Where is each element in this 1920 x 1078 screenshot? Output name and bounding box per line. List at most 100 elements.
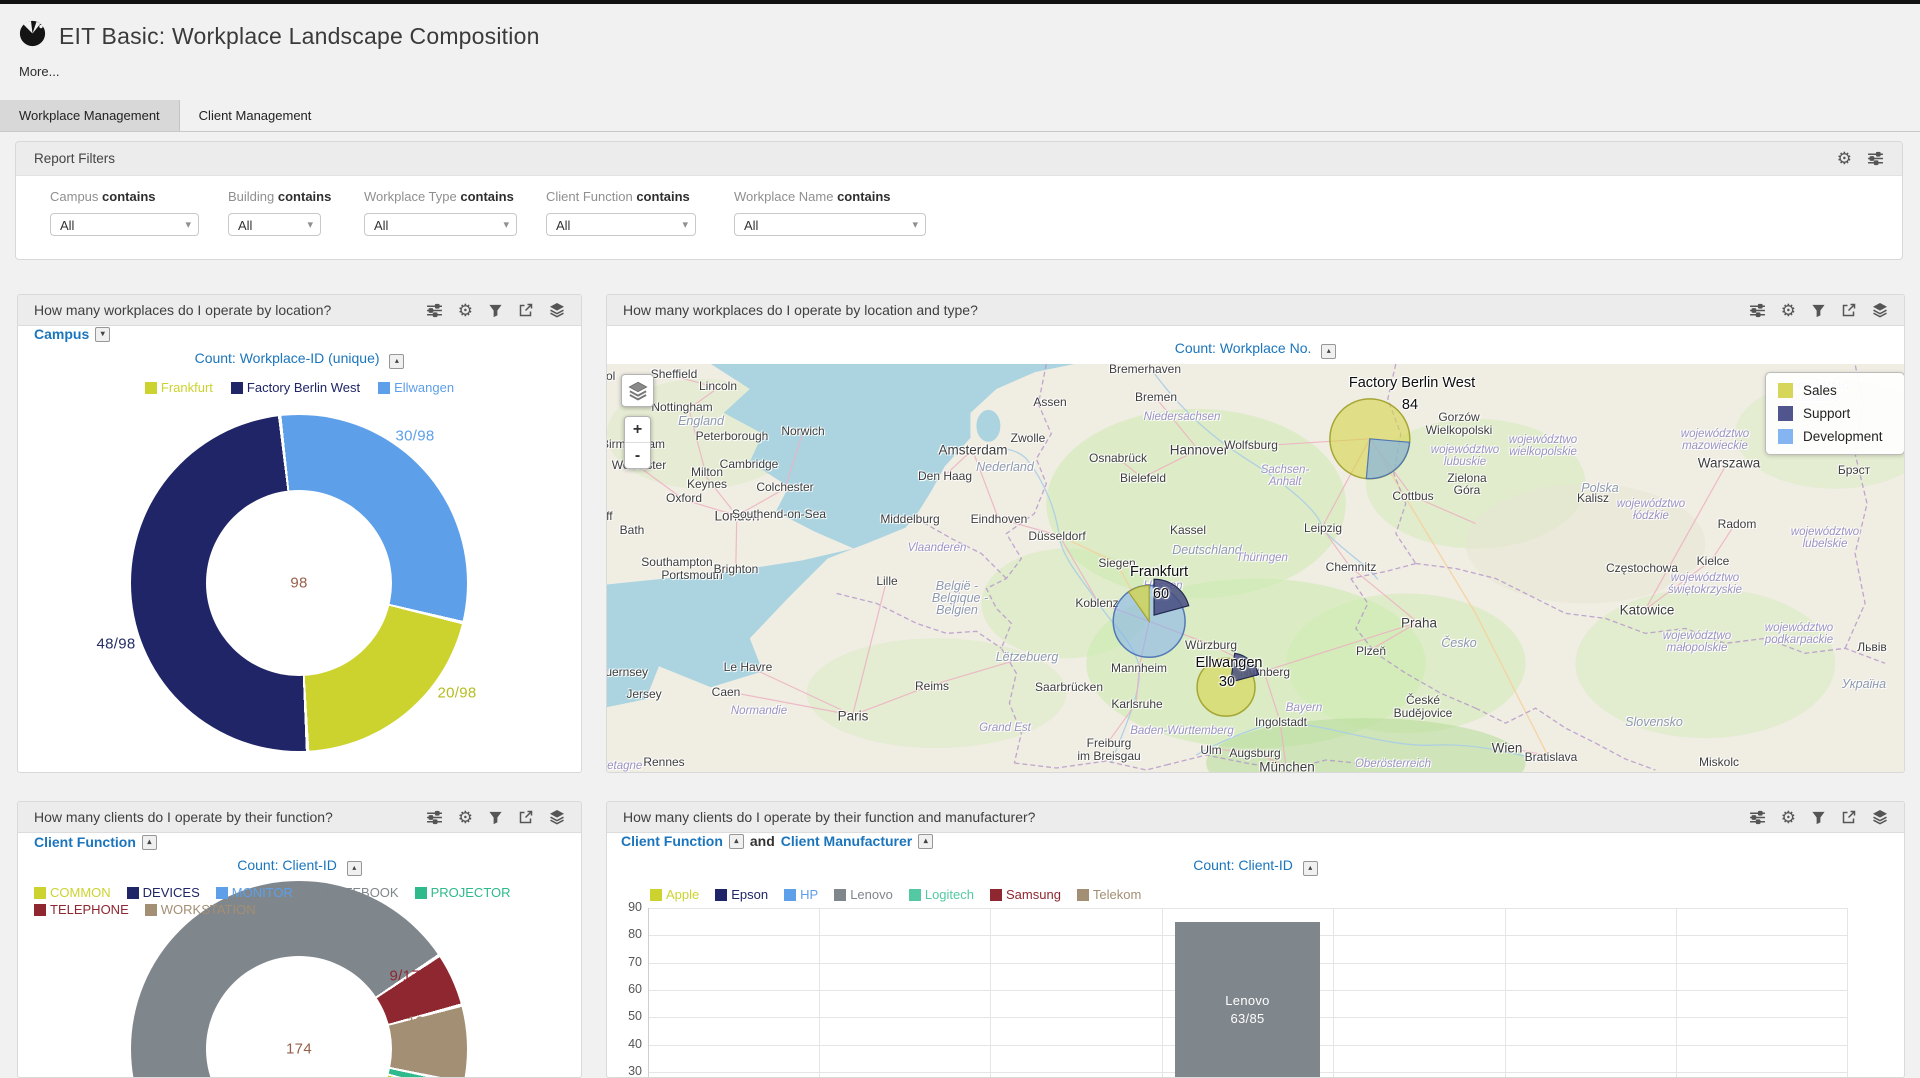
zoom-in-button[interactable]: + <box>625 417 650 443</box>
gridline <box>1162 908 1163 1078</box>
map[interactable]: LiverpoolSheffieldLincolnNottinghamEngla… <box>607 364 1904 773</box>
funnel-icon[interactable] <box>488 810 503 825</box>
gear-icon[interactable]: ⚙ <box>458 302 473 319</box>
expand-icon[interactable]: ▴ <box>142 835 157 850</box>
tab-workplace-management[interactable]: Workplace Management <box>0 100 180 131</box>
legend-item[interactable]: NOTEBOOK <box>309 885 399 900</box>
bar-segment-lenovo-notebook[interactable]: Lenovo63/85 <box>1175 922 1320 1078</box>
y-axis-tick: 40 <box>608 1037 642 1051</box>
count-label[interactable]: Count: Client-ID ▴ <box>18 857 581 876</box>
map-legend-item: Sales <box>1766 379 1904 402</box>
expand-icon[interactable]: ▴ <box>1321 344 1336 359</box>
gear-icon[interactable]: ⚙ <box>1837 150 1852 167</box>
legend-item[interactable]: Ellwangen <box>378 380 454 395</box>
count-label[interactable]: Count: Client-ID ▴ <box>607 857 1904 876</box>
gridline <box>819 908 820 1078</box>
funnel-icon[interactable] <box>1811 810 1826 825</box>
sliders-icon[interactable] <box>426 302 443 319</box>
legend-swatch <box>34 904 46 916</box>
legend-swatch <box>784 889 796 901</box>
legend-item[interactable]: Frankfurt <box>145 380 213 395</box>
sliders-icon[interactable] <box>426 809 443 826</box>
sliders-icon[interactable] <box>1749 809 1766 826</box>
panel-clients-by-function: How many clients do I operate by their f… <box>17 801 582 1078</box>
legend-swatch <box>309 887 321 899</box>
bar-label: Lenovo63/85 <box>1175 992 1320 1028</box>
legend-label: Apple <box>666 887 699 902</box>
report-filters-actions: ⚙ <box>1837 150 1884 167</box>
expand-icon[interactable]: ▴ <box>729 834 744 849</box>
export-icon[interactable] <box>518 809 534 825</box>
filter-label: Client Function contains <box>546 189 696 204</box>
legend-item[interactable]: COMMON <box>34 885 111 900</box>
legend-item[interactable]: Lenovo <box>834 887 893 902</box>
panel-header: How many clients do I operate by their f… <box>607 802 1904 833</box>
legend-item[interactable]: DEVICES <box>127 885 200 900</box>
filter-dropdown-workplace-type[interactable]: All▾ <box>364 213 517 236</box>
sliders-icon[interactable] <box>1867 150 1884 167</box>
panel-workplaces-by-location: How many workplaces do I operate by loca… <box>17 294 582 773</box>
legend-item[interactable]: Factory Berlin West <box>231 380 360 395</box>
expand-icon[interactable]: ▴ <box>918 834 933 849</box>
tab-client-management[interactable]: Client Management <box>180 100 331 131</box>
count-label[interactable]: Count: Workplace-ID (unique) ▴ <box>18 350 581 369</box>
chevron-down-icon: ▾ <box>682 214 688 237</box>
more-link[interactable]: More... <box>0 52 79 79</box>
layers-icon[interactable] <box>549 809 565 825</box>
report-filters-title: Report Filters <box>34 151 115 166</box>
export-icon[interactable] <box>1841 302 1857 318</box>
group-by-client-manufacturer[interactable]: Client Manufacturer ▴ <box>781 833 933 849</box>
collapse-icon[interactable]: ▾ <box>95 327 110 342</box>
gear-icon[interactable]: ⚙ <box>1781 302 1796 319</box>
slice-label: 98 <box>290 575 307 592</box>
slice-label: 20/98 <box>437 685 476 702</box>
group-by-client-function[interactable]: Client Function ▴ <box>621 833 744 849</box>
y-axis-tick: 70 <box>608 955 642 969</box>
slice-label: 13/174 <box>407 1014 455 1031</box>
gear-icon[interactable]: ⚙ <box>1781 809 1796 826</box>
legend-item[interactable]: WORKSTATION <box>145 902 256 917</box>
group-by-label: Campus <box>34 326 89 342</box>
legend-item[interactable]: HP <box>784 887 818 902</box>
filter-dropdown-workplace-name[interactable]: All▾ <box>734 213 926 236</box>
filter-dropdown-campus[interactable]: All▾ <box>50 213 199 236</box>
slice-label: 30/98 <box>395 428 434 445</box>
filter-dropdown-client-function[interactable]: All▾ <box>546 213 696 236</box>
sliders-icon[interactable] <box>1749 302 1766 319</box>
funnel-icon[interactable] <box>1811 303 1826 318</box>
gear-icon[interactable]: ⚙ <box>458 809 473 826</box>
layers-icon <box>628 381 648 401</box>
legend-swatch <box>650 889 662 901</box>
count-label[interactable]: Count: Workplace No. ▴ <box>607 340 1904 359</box>
slice-label: 48/98 <box>96 636 135 653</box>
legend-swatch <box>145 382 157 394</box>
layers-icon[interactable] <box>1872 809 1888 825</box>
legend-item[interactable]: Apple <box>650 887 699 902</box>
legend-item[interactable]: Samsung <box>990 887 1061 902</box>
layers-icon[interactable] <box>1872 302 1888 318</box>
expand-icon[interactable]: ▴ <box>389 354 404 369</box>
group-by-line: Client Function ▴ and Client Manufacture… <box>621 833 933 849</box>
export-icon[interactable] <box>1841 809 1857 825</box>
legend-item[interactable]: PROJECTOR <box>415 885 511 900</box>
legend-item[interactable]: Telekom <box>1077 887 1141 902</box>
expand-icon[interactable]: ▴ <box>347 861 362 876</box>
legend-item[interactable]: Logitech <box>909 887 974 902</box>
legend-item[interactable]: TELEPHONE <box>34 902 129 917</box>
zoom-out-button[interactable]: - <box>625 443 650 468</box>
layers-icon[interactable] <box>549 302 565 318</box>
export-icon[interactable] <box>518 302 534 318</box>
legend-label: HP <box>800 887 818 902</box>
legend-item[interactable]: Epson <box>715 887 768 902</box>
legend-label: PROJECTOR <box>431 885 511 900</box>
legend-item[interactable]: MONITOR <box>216 885 293 900</box>
funnel-icon[interactable] <box>488 303 503 318</box>
expand-icon[interactable]: ▴ <box>1303 861 1318 876</box>
group-by-campus[interactable]: Campus ▾ <box>34 326 110 342</box>
y-axis-tick: 50 <box>608 1009 642 1023</box>
report-filters-panel: Report Filters ⚙ Campus containsAll▾Buil… <box>15 141 1903 260</box>
group-by-client-function[interactable]: Client Function ▴ <box>34 834 157 850</box>
filter-dropdown-building[interactable]: All▾ <box>228 213 321 236</box>
map-layers-button[interactable] <box>621 374 654 407</box>
legend-swatch <box>216 887 228 899</box>
